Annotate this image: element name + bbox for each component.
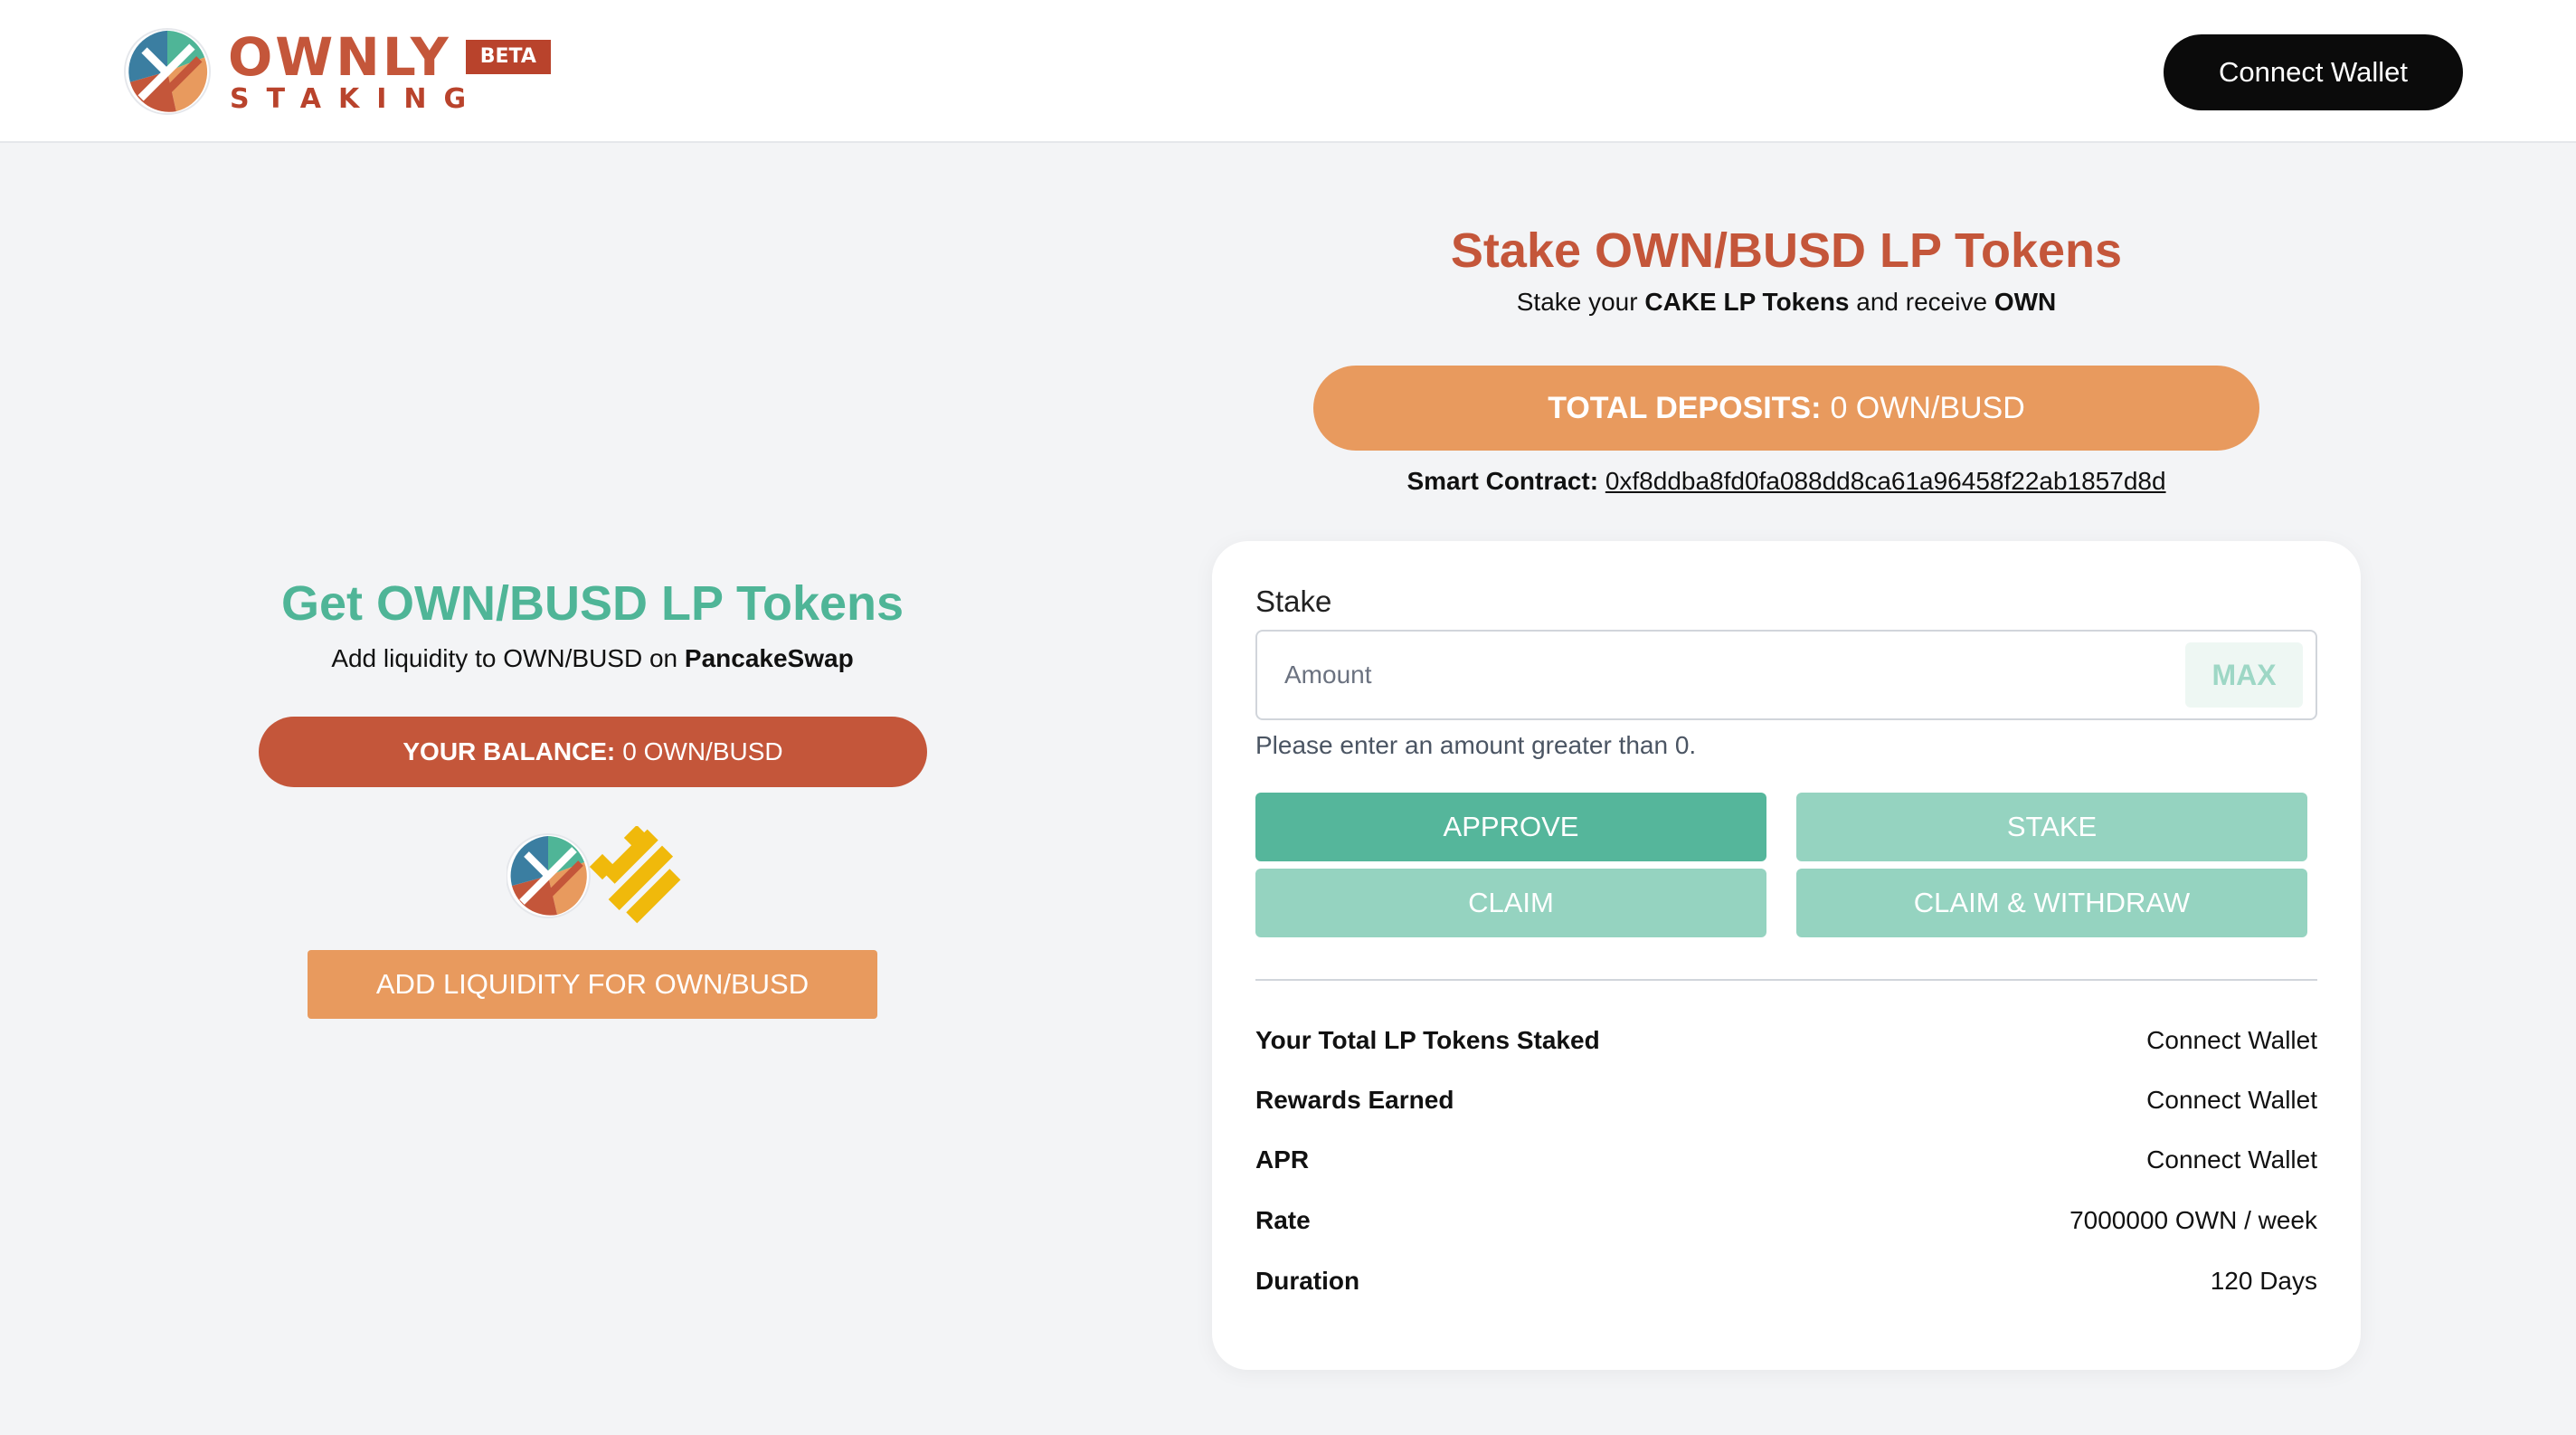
stat-label: Rewards Earned	[1255, 1086, 1454, 1114]
stat-row-duration: Duration 120 Days	[1255, 1263, 2317, 1299]
smart-contract-label: Smart Contract:	[1406, 467, 1599, 495]
stat-value: 7000000 OWN / week	[2069, 1206, 2317, 1234]
stat-value: Connect Wallet	[2146, 1026, 2317, 1054]
beta-badge: BETA	[465, 40, 551, 74]
get-lp-title: Get OWN/BUSD LP Tokens	[280, 576, 904, 631]
logo-subtitle: STAKING	[230, 83, 484, 115]
top-navbar: OWNLY BETA STAKING Connect Wallet	[0, 0, 2576, 143]
logo-wordmark: OWNLY BETA STAKING	[228, 29, 551, 114]
stake-subtitle-text-2: and receive	[1849, 288, 1994, 316]
stake-subtitle-bold-2: OWN	[1994, 288, 2057, 316]
get-lp-subtitle-text: Add liquidity to OWN/BUSD on	[331, 644, 685, 672]
stat-label: Your Total LP Tokens Staked	[1255, 1026, 1600, 1054]
claim-button[interactable]: CLAIM	[1255, 869, 1766, 937]
ownly-token-icon	[507, 833, 591, 918]
ownly-logo-icon	[123, 27, 212, 116]
stake-title: Stake OWN/BUSD LP Tokens	[1450, 223, 2123, 278]
card-divider	[1255, 979, 2317, 981]
stat-label: APR	[1255, 1145, 1310, 1174]
stat-value: Connect Wallet	[2146, 1145, 2317, 1174]
logo-title: OWNLY	[228, 26, 451, 88]
ownly-staking-logo[interactable]: OWNLY BETA STAKING	[123, 27, 551, 116]
amount-field-wrapper: MAX	[1255, 630, 2317, 720]
amount-input[interactable]	[1284, 632, 2189, 718]
smart-contract-link[interactable]: 0xf8ddba8fd0fa088dd8ca61a96458f22ab1857d…	[1605, 467, 2166, 495]
stake-button[interactable]: STAKE	[1796, 793, 2307, 861]
get-lp-tokens-panel: Get OWN/BUSD LP Tokens Add liquidity to …	[208, 570, 977, 1019]
stat-value: Connect Wallet	[2146, 1086, 2317, 1114]
stat-row-rate: Rate 7000000 OWN / week	[1255, 1202, 2317, 1239]
stat-value: 120 Days	[2210, 1267, 2317, 1295]
stat-label: Duration	[1255, 1267, 1360, 1295]
claim-withdraw-button[interactable]: CLAIM & WITHDRAW	[1796, 869, 2307, 937]
total-deposits-value: 0 OWN/BUSD	[1830, 390, 2025, 425]
your-balance-pill: YOUR BALANCE: 0 OWN/BUSD	[259, 717, 927, 787]
approve-button[interactable]: APPROVE	[1255, 793, 1766, 861]
balance-value: 0 OWN/BUSD	[622, 737, 783, 765]
busd-token-icon	[589, 826, 681, 924]
add-liquidity-button[interactable]: ADD LIQUIDITY FOR OWN/BUSD	[308, 950, 877, 1019]
stake-subtitle-bold-1: CAKE LP Tokens	[1644, 288, 1850, 316]
stat-row-total-staked: Your Total LP Tokens Staked Connect Wall…	[1255, 1022, 2317, 1059]
stake-header: Stake OWN/BUSD LP Tokens Stake your CAKE…	[1212, 217, 2361, 320]
smart-contract-line: Smart Contract: 0xf8ddba8fd0fa088dd8ca61…	[1212, 463, 2361, 499]
stat-label: Rate	[1255, 1206, 1311, 1234]
balance-label: YOUR BALANCE:	[402, 737, 616, 765]
total-deposits-pill: TOTAL DEPOSITS: 0 OWN/BUSD	[1313, 366, 2259, 451]
connect-wallet-button[interactable]: Connect Wallet	[2164, 34, 2463, 110]
stat-row-apr: APR Connect Wallet	[1255, 1142, 2317, 1178]
amount-hint: Please enter an amount greater than 0.	[1255, 731, 1697, 759]
stake-subtitle: Stake your CAKE LP Tokens and receive OW…	[1212, 284, 2361, 320]
pancakeswap-link[interactable]: PancakeSwap	[685, 644, 854, 672]
stake-card: Stake MAX Please enter an amount greater…	[1212, 541, 2361, 1370]
stake-label: Stake	[1255, 584, 1332, 618]
token-pair-icons	[507, 826, 681, 924]
max-button[interactable]: MAX	[2185, 642, 2303, 708]
total-deposits-label: TOTAL DEPOSITS:	[1548, 390, 1822, 425]
stat-row-rewards-earned: Rewards Earned Connect Wallet	[1255, 1082, 2317, 1118]
stake-subtitle-text-1: Stake your	[1516, 288, 1645, 316]
get-lp-subtitle: Add liquidity to OWN/BUSD on PancakeSwap	[208, 641, 977, 677]
